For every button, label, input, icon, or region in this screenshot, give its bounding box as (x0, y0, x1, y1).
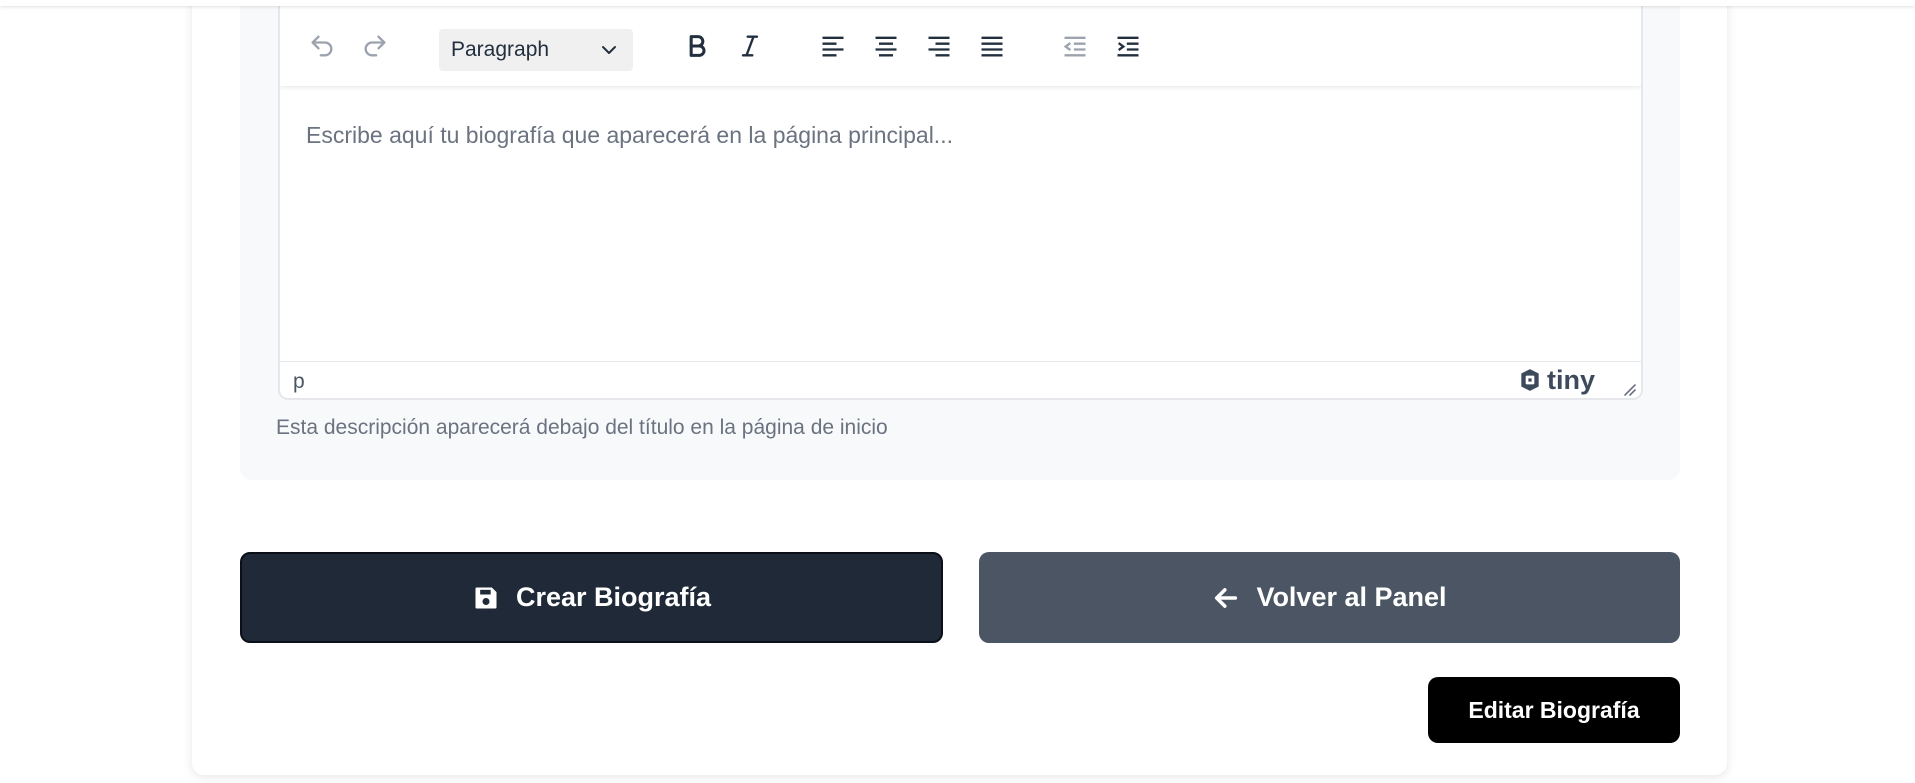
rich-text-editor: Paragraph Escribe aquí tu biografía que … (278, 6, 1643, 400)
block-format-select[interactable]: Paragraph (439, 29, 633, 71)
tiny-brand-link[interactable]: tiny (1517, 364, 1595, 396)
align-center-icon (875, 36, 897, 57)
bold-button[interactable] (677, 26, 717, 66)
undo-icon (311, 35, 333, 57)
arrow-left-icon (1215, 587, 1238, 608)
outdent-button[interactable] (1055, 26, 1095, 66)
editor-statusbar: p tiny (280, 361, 1641, 398)
italic-button[interactable] (730, 26, 770, 66)
align-justify-button[interactable] (972, 26, 1012, 66)
redo-button[interactable] (355, 26, 395, 66)
italic-icon (741, 35, 759, 57)
tiny-brand-text: tiny (1546, 364, 1595, 395)
create-biography-button[interactable]: Crear Biografía (240, 552, 943, 643)
chevron-down-icon (602, 46, 616, 54)
top-header-edge (0, 0, 1915, 6)
field-help-text: Esta descripción aparecerá debajo del tí… (276, 416, 888, 439)
tiny-logo-icon (1521, 369, 1539, 391)
editor-placeholder: Escribe aquí tu biografía que aparecerá … (306, 122, 953, 148)
create-biography-label: Crear Biografía (515, 582, 712, 612)
indent-icon (1117, 36, 1139, 57)
align-left-icon (822, 36, 844, 57)
indent-button[interactable] (1108, 26, 1148, 66)
align-right-icon (928, 36, 950, 57)
editor-content-area[interactable]: Escribe aquí tu biografía que aparecerá … (280, 86, 1641, 368)
align-left-button[interactable] (813, 26, 853, 66)
outdent-icon (1063, 36, 1086, 57)
edit-biography-label: Editar Biografía (1468, 696, 1640, 723)
save-icon (475, 587, 497, 608)
align-right-button[interactable] (919, 26, 959, 66)
undo-button[interactable] (302, 26, 342, 66)
element-path[interactable]: p (293, 370, 305, 394)
back-to-panel-label: Volver al Panel (1256, 582, 1447, 612)
align-justify-icon (981, 36, 1003, 57)
back-to-panel-button[interactable]: Volver al Panel (979, 552, 1680, 643)
redo-icon (364, 35, 386, 57)
edit-biography-button[interactable]: Editar Biografía (1428, 677, 1680, 743)
align-center-button[interactable] (866, 26, 906, 66)
bold-icon (689, 35, 706, 57)
resize-handle-icon[interactable] (1621, 381, 1637, 397)
editor-toolbar: Paragraph (280, 6, 1641, 86)
block-format-value: Paragraph (451, 38, 550, 61)
